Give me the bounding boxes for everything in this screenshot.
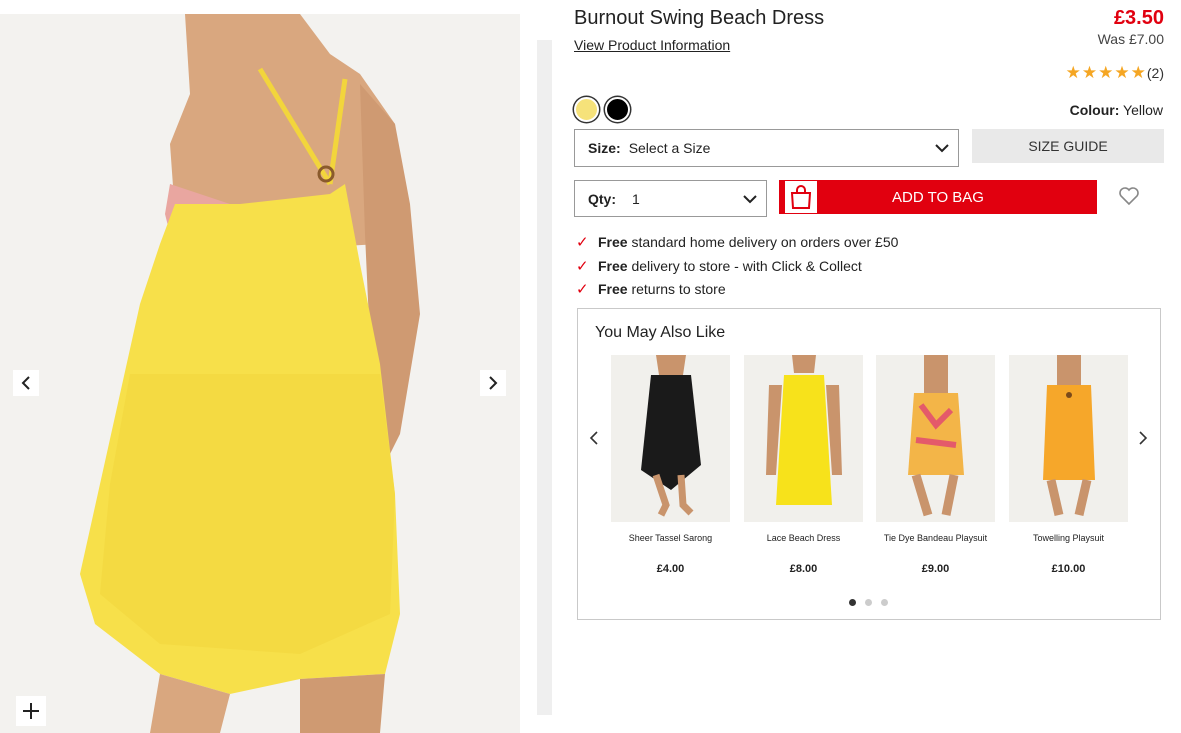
size-label: Size: bbox=[588, 140, 621, 156]
add-to-bag-button[interactable]: ADD TO BAG bbox=[779, 180, 1097, 214]
qty-label: Qty: bbox=[588, 190, 616, 207]
product-card-name[interactable]: Tie Dye Bandeau Playsuit bbox=[876, 533, 995, 563]
carousel-prev-button[interactable] bbox=[588, 430, 600, 451]
chevron-left-icon bbox=[589, 431, 598, 445]
colour-swatches bbox=[574, 97, 630, 122]
colour-label: Colour: bbox=[1069, 102, 1120, 118]
star-icon: ★ bbox=[1114, 63, 1130, 82]
product-card-name[interactable]: Towelling Playsuit bbox=[1009, 533, 1128, 563]
chevron-down-icon bbox=[743, 195, 757, 204]
swatch-black[interactable] bbox=[605, 97, 630, 122]
add-to-bag-label: ADD TO BAG bbox=[892, 188, 984, 206]
benefit-item: ✓ Free returns to store bbox=[576, 278, 898, 302]
product-card[interactable]: Lace Beach Dress £8.00 bbox=[744, 355, 863, 575]
benefit-item: ✓ Free delivery to store - with Click & … bbox=[576, 255, 898, 279]
wishlist-button[interactable] bbox=[1118, 186, 1140, 211]
benefit-item: ✓ Free standard home delivery on orders … bbox=[576, 231, 898, 255]
current-price: £3.50 bbox=[1113, 7, 1164, 29]
product-card-name[interactable]: Sheer Tassel Sarong bbox=[611, 533, 730, 563]
chevron-left-icon bbox=[21, 376, 30, 390]
plus-icon bbox=[23, 703, 39, 719]
product-card-image[interactable] bbox=[744, 355, 863, 522]
check-icon: ✓ bbox=[576, 234, 589, 251]
size-dropdown[interactable]: Size: Select a Size bbox=[574, 129, 959, 167]
carousel-next-button[interactable] bbox=[1137, 430, 1149, 451]
carousel-dot[interactable] bbox=[849, 599, 856, 606]
star-icon: ★ bbox=[1130, 63, 1146, 82]
colour-display: Colour: Yellow bbox=[1070, 102, 1163, 118]
delivery-benefits: ✓ Free standard home delivery on orders … bbox=[576, 231, 898, 302]
product-card[interactable]: Towelling Playsuit £10.00 bbox=[1009, 355, 1128, 575]
recommendations-carousel: You May Also Like Sheer Tassel Sarong £4… bbox=[577, 308, 1161, 620]
colour-value: Yellow bbox=[1123, 102, 1163, 118]
star-icon: ★ bbox=[1081, 63, 1098, 82]
product-card-price: £9.00 bbox=[921, 563, 950, 575]
heart-icon bbox=[1119, 187, 1139, 206]
product-card-price: £8.00 bbox=[789, 563, 818, 575]
size-guide-button[interactable]: SIZE GUIDE bbox=[972, 129, 1164, 163]
carousel-pagination bbox=[849, 599, 888, 606]
product-image-gallery[interactable] bbox=[0, 14, 520, 733]
was-price: Was £7.00 bbox=[1097, 31, 1164, 47]
product-card-image[interactable] bbox=[611, 355, 730, 522]
gallery-scrollbar[interactable] bbox=[537, 40, 552, 715]
quantity-dropdown[interactable]: Qty: 1 bbox=[574, 180, 767, 217]
check-icon: ✓ bbox=[576, 257, 589, 275]
chevron-down-icon bbox=[935, 144, 949, 153]
star-icon: ★ bbox=[1098, 63, 1114, 82]
carousel-dot[interactable] bbox=[865, 599, 872, 606]
product-card[interactable]: Sheer Tassel Sarong £4.00 bbox=[611, 355, 730, 575]
product-card-name[interactable]: Lace Beach Dress bbox=[744, 533, 863, 563]
product-photo bbox=[0, 14, 520, 733]
star-icon: ★ bbox=[1065, 63, 1081, 82]
product-title: Burnout Swing Beach Dress bbox=[574, 7, 825, 29]
check-icon: ✓ bbox=[576, 281, 589, 298]
product-card-image[interactable] bbox=[1009, 355, 1128, 522]
product-page: Burnout Swing Beach Dress View Product I… bbox=[0, 0, 1181, 733]
review-count: (2) bbox=[1146, 64, 1164, 81]
product-card-price: £10.00 bbox=[1051, 563, 1086, 575]
chevron-right-icon bbox=[489, 376, 498, 390]
product-card-image[interactable] bbox=[876, 355, 995, 522]
swatch-yellow[interactable] bbox=[574, 97, 599, 122]
gallery-prev-button[interactable] bbox=[13, 370, 39, 396]
zoom-button[interactable] bbox=[16, 696, 46, 726]
chevron-right-icon bbox=[1139, 431, 1148, 445]
shopping-bag-icon bbox=[785, 181, 817, 213]
recommendations-title: You May Also Like bbox=[595, 324, 726, 341]
product-rating[interactable]: ★ ★ ★ ★ ★ (2) bbox=[1066, 64, 1164, 81]
size-value: Select a Size bbox=[628, 140, 711, 156]
product-card-price: £4.00 bbox=[656, 563, 685, 575]
carousel-dot[interactable] bbox=[881, 599, 888, 606]
qty-value: 1 bbox=[632, 190, 640, 207]
view-product-info-link[interactable]: View Product Information bbox=[574, 37, 730, 53]
gallery-next-button[interactable] bbox=[480, 370, 506, 396]
product-card[interactable]: Tie Dye Bandeau Playsuit £9.00 bbox=[876, 355, 995, 575]
